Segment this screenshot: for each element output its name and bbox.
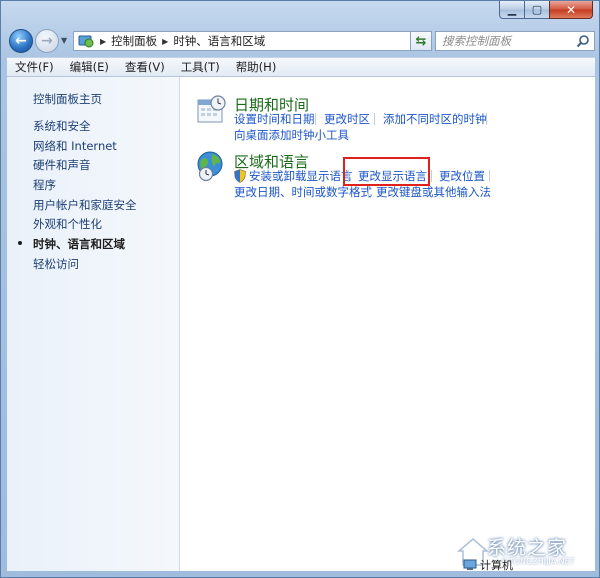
globe-clock-icon[interactable] xyxy=(196,150,228,182)
arrow-right-icon: → xyxy=(41,33,53,49)
breadcrumb-clock-language-region[interactable]: 时钟、语言和区域 xyxy=(173,33,265,49)
menu-edit[interactable]: 编辑(E) xyxy=(62,59,117,75)
maximize-icon: ▢ xyxy=(531,3,543,16)
sidebar-item-user-accounts[interactable]: 用户帐户和家庭安全 xyxy=(33,197,137,213)
link-separator xyxy=(368,186,369,198)
close-icon: ✕ xyxy=(565,2,577,17)
status-bar-computer: 计算机 xyxy=(463,557,513,573)
search-input[interactable] xyxy=(442,34,570,48)
address-bar[interactable]: ▶ 控制面板 ▶ 时钟、语言和区域 ▼ xyxy=(73,31,429,51)
arrow-left-icon: ← xyxy=(15,33,27,49)
close-button[interactable]: ✕ xyxy=(549,1,593,19)
link-set-time-date[interactable]: 设置时间和日期 xyxy=(234,112,315,126)
breadcrumb-control-panel[interactable]: 控制面板 xyxy=(111,33,157,49)
menu-bar: 文件(F) 编辑(E) 查看(V) 工具(T) 帮助(H) xyxy=(7,57,595,77)
main-content: 日期和时间 设置时间和日期 更改时区 添加不同时区的时钟 向桌面添加时钟小工具 … xyxy=(180,77,595,571)
menu-view[interactable]: 查看(V) xyxy=(117,59,173,75)
search-icon[interactable] xyxy=(576,34,590,48)
minimize-icon: ▁ xyxy=(507,3,517,16)
explorer-window: ▁ ▢ ✕ ← → ▼ ▶ 控制面板 ▶ 时钟、语言和区域 ▼ ⇆ xyxy=(0,0,600,578)
link-separator xyxy=(486,113,487,125)
sidebar-item-programs[interactable]: 程序 xyxy=(33,177,56,193)
sidebar-item-network[interactable]: 网络和 Internet xyxy=(33,138,117,154)
sidebar-item-hardware-sound[interactable]: 硬件和声音 xyxy=(33,157,91,173)
forward-button[interactable]: → xyxy=(35,29,59,53)
menu-file[interactable]: 文件(F) xyxy=(7,59,62,75)
sidebar-item-home[interactable]: 控制面板主页 xyxy=(33,91,102,107)
navigation-bar: ← → ▼ ▶ 控制面板 ▶ 时钟、语言和区域 ▼ ⇆ xyxy=(7,28,595,56)
link-separator xyxy=(315,113,316,125)
control-panel-icon xyxy=(77,33,95,49)
status-label: 计算机 xyxy=(480,559,513,572)
breadcrumb-separator[interactable]: ▶ xyxy=(162,37,168,46)
active-item-bullet xyxy=(18,241,22,245)
breadcrumb-separator[interactable]: ▶ xyxy=(100,37,106,46)
computer-icon xyxy=(463,559,477,570)
link-change-location[interactable]: 更改位置 xyxy=(439,169,485,183)
link-change-keyboards[interactable]: 更改键盘或其他输入法 xyxy=(376,185,491,199)
window-controls: ▁ ▢ ✕ xyxy=(499,1,593,19)
recent-pages-dropdown[interactable]: ▼ xyxy=(61,37,69,45)
sidebar-item-system-security[interactable]: 系统和安全 xyxy=(33,118,91,134)
link-add-clock-gadget[interactable]: 向桌面添加时钟小工具 xyxy=(234,128,349,142)
sidebar-item-ease-of-access[interactable]: 轻松访问 xyxy=(33,256,79,272)
link-separator xyxy=(489,170,490,182)
link-install-uninstall-display-language[interactable]: 安装或卸载显示语言 xyxy=(249,169,353,183)
sidebar-item-appearance[interactable]: 外观和个性化 xyxy=(33,216,102,232)
sidebar: 控制面板主页 系统和安全 网络和 Internet 硬件和声音 程序 用户帐户和… xyxy=(7,77,180,571)
link-change-date-time-number-format[interactable]: 更改日期、时间或数字格式 xyxy=(234,185,372,199)
link-change-timezone[interactable]: 更改时区 xyxy=(324,112,370,126)
refresh-button[interactable]: ⇆ xyxy=(410,31,432,51)
link-separator xyxy=(374,113,375,125)
search-box[interactable] xyxy=(435,31,595,51)
annotation-highlight-box xyxy=(343,157,430,186)
title-bar[interactable]: ▁ ▢ ✕ xyxy=(1,1,599,27)
menu-help[interactable]: 帮助(H) xyxy=(228,59,285,75)
refresh-icon: ⇆ xyxy=(415,33,427,49)
maximize-button[interactable]: ▢ xyxy=(524,1,550,19)
sidebar-item-clock-language-region[interactable]: 时钟、语言和区域 xyxy=(33,236,125,252)
link-separator xyxy=(431,170,432,182)
calendar-clock-icon[interactable] xyxy=(196,94,228,126)
link-add-clocks[interactable]: 添加不同时区的时钟 xyxy=(383,112,487,126)
watermark-text: 系统之家 xyxy=(487,537,568,559)
menu-tools[interactable]: 工具(T) xyxy=(173,59,228,75)
shield-icon xyxy=(234,169,246,183)
back-button[interactable]: ← xyxy=(9,29,33,53)
minimize-button[interactable]: ▁ xyxy=(499,1,525,19)
